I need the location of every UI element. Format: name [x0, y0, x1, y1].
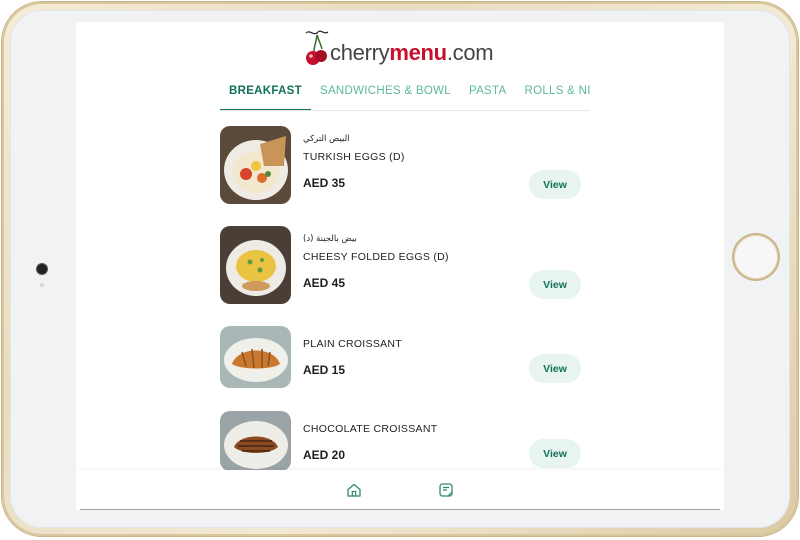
- menu-card-icon[interactable]: [438, 482, 454, 498]
- app-screen: cherrymenu.com BREAKFAST SANDWICHES & BO…: [76, 22, 724, 510]
- tab-rolls-nigiri[interactable]: ROLLS & NIGIRI: [515, 78, 590, 110]
- tab-breakfast[interactable]: BREAKFAST: [220, 78, 311, 110]
- view-button[interactable]: View: [529, 354, 581, 383]
- item-name: CHOCOLATE CROISSANT: [303, 423, 438, 435]
- home-hardware-button[interactable]: [734, 235, 778, 279]
- chocolate-croissant-image: [220, 411, 291, 471]
- home-icon[interactable]: [346, 482, 362, 498]
- cheesy-eggs-image: [220, 226, 291, 304]
- croissant-image: [220, 326, 291, 388]
- turkish-eggs-image: [220, 126, 291, 204]
- menu-item-cheesy-folded-eggs: بيض بالجبنة (د) CHEESY FOLDED EGGS (D) A…: [220, 226, 590, 326]
- item-name: TURKISH EGGS (D): [303, 151, 405, 163]
- menu-item-plain-croissant: PLAIN CROISSANT AED 15 View: [220, 326, 590, 411]
- bottom-navigation: [76, 470, 724, 510]
- item-photo-chocolate-croissant[interactable]: [220, 411, 291, 471]
- view-button[interactable]: View: [529, 170, 581, 199]
- menu-item-turkish-eggs: البيض التركي TURKISH EGGS (D) AED 35 Vie…: [220, 126, 590, 226]
- item-price: AED 15: [303, 363, 346, 377]
- cherrymenu-logo[interactable]: cherrymenu.com: [304, 26, 504, 72]
- item-price: AED 20: [303, 448, 346, 462]
- bottom-divider: [80, 509, 720, 510]
- light-sensor: [40, 283, 44, 287]
- cherry-icon: [305, 30, 329, 65]
- tab-pasta[interactable]: PASTA: [460, 78, 516, 110]
- item-photo-plain-croissant[interactable]: [220, 326, 291, 388]
- item-photo-turkish-eggs[interactable]: [220, 126, 291, 204]
- item-name: PLAIN CROISSANT: [303, 338, 403, 350]
- view-button[interactable]: View: [529, 439, 581, 468]
- front-camera: [37, 264, 47, 274]
- tab-sandwiches-bowl[interactable]: SANDWICHES & BOWL: [311, 78, 460, 110]
- item-price: AED 35: [303, 176, 346, 190]
- item-arabic-name: بيض بالجبنة (د): [303, 234, 357, 244]
- item-arabic-name: البيض التركي: [303, 134, 350, 144]
- view-button[interactable]: View: [529, 270, 581, 299]
- item-price: AED 45: [303, 276, 346, 290]
- menu-item-list: البيض التركي TURKISH EGGS (D) AED 35 Vie…: [220, 126, 590, 496]
- item-photo-cheesy-folded-eggs[interactable]: [220, 226, 291, 304]
- item-name: CHEESY FOLDED EGGS (D): [303, 251, 449, 263]
- logo-wordmark: cherrymenu.com: [330, 40, 494, 65]
- category-tabs: BREAKFAST SANDWICHES & BOWL PASTA ROLLS …: [220, 78, 590, 111]
